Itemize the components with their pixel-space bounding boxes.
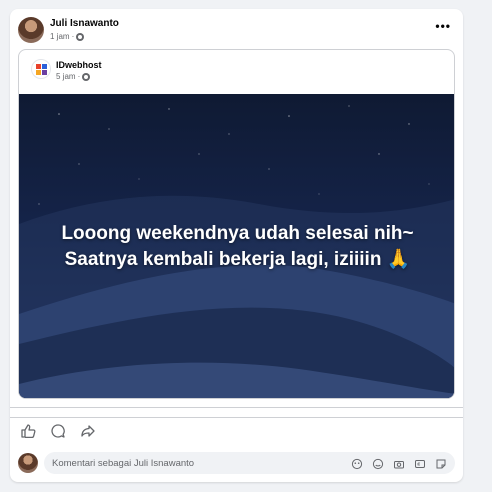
action-bar xyxy=(20,423,96,439)
meta-separator: · xyxy=(77,72,81,81)
comment-tools xyxy=(351,457,447,470)
share-icon[interactable] xyxy=(80,423,96,439)
comment-icon[interactable] xyxy=(50,423,66,439)
shared-meta: 5 jam · xyxy=(56,72,91,81)
shared-timestamp[interactable]: 5 jam xyxy=(56,72,76,81)
comment-box xyxy=(44,452,455,474)
logo-square-purple xyxy=(42,70,47,75)
more-options-button[interactable]: ••• xyxy=(435,19,451,33)
post-card: Juli Isnawanto 1 jam · ••• IDwebhost 5 j… xyxy=(10,9,463,482)
post-message: Looong weekendnya udah selesai nih~ Saat… xyxy=(19,221,454,273)
post-meta: 1 jam · xyxy=(50,32,85,41)
post-timestamp[interactable]: 1 jam xyxy=(50,32,70,41)
post-message-line2: Saatnya kembali bekerja lagi, iziiiin 🙏 xyxy=(64,249,411,270)
post-message-line1: Looong weekendnya udah selesai nih~ xyxy=(61,223,414,244)
globe-icon xyxy=(82,72,91,81)
logo-square-yellow xyxy=(36,70,41,75)
logo-square-red xyxy=(36,64,41,69)
author-name[interactable]: Juli Isnawanto xyxy=(50,18,119,29)
meta-separator: · xyxy=(71,32,75,41)
avatar-sticker-icon[interactable] xyxy=(351,457,363,470)
stars xyxy=(38,105,430,205)
globe-icon xyxy=(76,32,85,41)
divider xyxy=(10,407,463,408)
camera-icon[interactable] xyxy=(393,457,405,469)
page-logo[interactable] xyxy=(31,59,51,79)
emoji-icon[interactable] xyxy=(372,457,384,470)
shared-post[interactable]: IDwebhost 5 jam · Looong weekendnya udah… xyxy=(18,49,455,399)
like-icon[interactable] xyxy=(20,423,36,439)
gif-icon[interactable] xyxy=(414,457,426,469)
comment-input[interactable] xyxy=(52,452,342,474)
logo-square-blue xyxy=(42,64,47,69)
divider xyxy=(10,417,463,418)
post-image[interactable]: Looong weekendnya udah selesai nih~ Saat… xyxy=(19,94,454,398)
page-name[interactable]: IDwebhost xyxy=(56,60,102,70)
sticker-icon[interactable] xyxy=(435,457,447,469)
author-avatar[interactable] xyxy=(18,17,44,43)
commenter-avatar[interactable] xyxy=(18,453,38,473)
